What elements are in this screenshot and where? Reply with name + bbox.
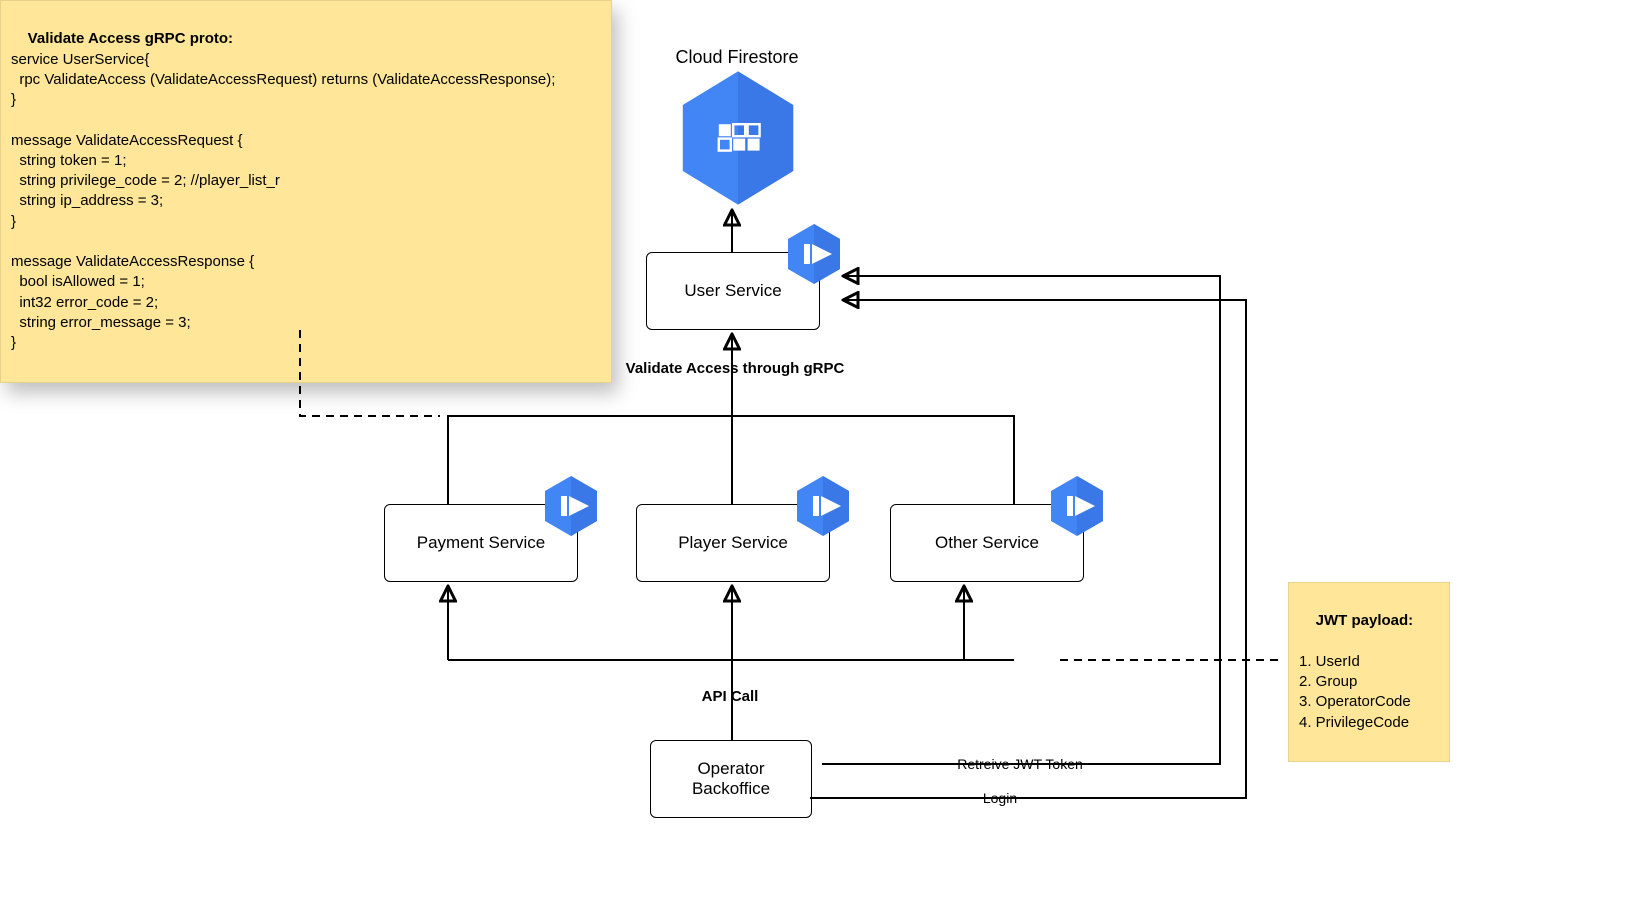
cloud-run-icon bbox=[786, 222, 842, 286]
edge-label-retrieve-jwt: Retreive JWT Token bbox=[940, 756, 1100, 772]
node-player-service-label: Player Service bbox=[678, 533, 788, 553]
label-cloud-firestore: Cloud Firestore bbox=[642, 47, 832, 68]
node-payment-service-label: Payment Service bbox=[417, 533, 546, 553]
cloud-run-icon bbox=[1049, 474, 1105, 538]
note-proto-title: Validate Access gRPC proto: bbox=[28, 30, 233, 47]
node-other-service-label: Other Service bbox=[935, 533, 1039, 553]
note-jwt-body: 1. UserId 2. Group 3. OperatorCode 4. Pr… bbox=[1299, 653, 1411, 731]
node-user-service-label: User Service bbox=[684, 281, 781, 301]
edge-label-validate-grpc: Validate Access through gRPC bbox=[560, 360, 910, 377]
edge-label-login: Login bbox=[960, 790, 1040, 806]
cloud-run-icon bbox=[795, 474, 851, 538]
firestore-hex-icon bbox=[678, 68, 798, 208]
note-proto-body: service UserService{ rpc ValidateAccess … bbox=[11, 51, 555, 352]
node-operator-backoffice-label: Operator Backoffice bbox=[692, 759, 770, 800]
note-jwt-title: JWT payload: bbox=[1316, 612, 1414, 629]
edge-label-api-call: API Call bbox=[660, 688, 800, 705]
note-jwt-payload: JWT payload: 1. UserId 2. Group 3. Opera… bbox=[1288, 582, 1450, 762]
cloud-run-icon bbox=[543, 474, 599, 538]
node-operator-backoffice: Operator Backoffice bbox=[650, 740, 812, 818]
note-validate-access-proto: Validate Access gRPC proto: service User… bbox=[0, 0, 612, 383]
